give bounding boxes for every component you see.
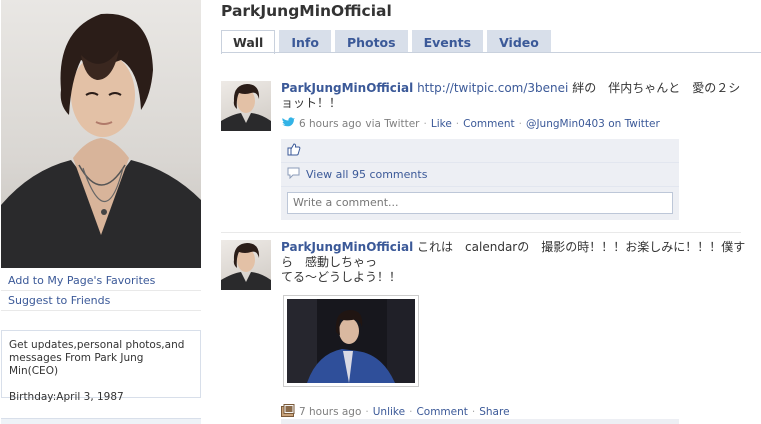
birthday-text: Birthday:April 3, 1987 bbox=[9, 391, 124, 403]
tab-photos[interactable]: Photos bbox=[334, 30, 408, 53]
left-column: Add to My Page's Favorites Suggest to Fr… bbox=[0, 0, 202, 424]
add-to-favorites-link[interactable]: Add to My Page's Favorites bbox=[8, 274, 155, 287]
post-meta: 6 hours ago via Twitter · Like · Comment… bbox=[281, 117, 751, 131]
share-link[interactable]: Share bbox=[479, 406, 509, 418]
post-meta: 7 hours ago · Unlike · Comment · Share bbox=[281, 404, 510, 420]
post-message: ParkJungMinOfficial これは calendarの 撮影の時！！… bbox=[281, 240, 751, 285]
post-content: ParkJungMinOfficial これは calendarの 撮影の時！！… bbox=[281, 240, 751, 285]
divider bbox=[1, 290, 201, 291]
post-timestamp[interactable]: 6 hours ago bbox=[299, 118, 361, 130]
twitpic-link[interactable]: http://twitpic.com/3benei bbox=[417, 81, 568, 95]
like-link[interactable]: Like bbox=[431, 118, 452, 130]
post-avatar[interactable] bbox=[221, 81, 271, 131]
post-author-link[interactable]: ParkJungMinOfficial bbox=[281, 240, 413, 254]
tab-underline bbox=[221, 52, 761, 53]
post-message: ParkJungMinOfficial http://twitpic.com/3… bbox=[281, 81, 751, 111]
likes-row bbox=[281, 139, 679, 163]
comment-link[interactable]: Comment bbox=[416, 406, 467, 418]
comment-bubble-icon bbox=[287, 167, 300, 182]
page-title: ParkJungMinOfficial bbox=[221, 2, 392, 20]
wall-post: ParkJungMinOfficial http://twitpic.com/3… bbox=[221, 81, 761, 231]
info-box: Get updates,personal photos,and messages… bbox=[1, 330, 201, 403]
post-photo[interactable] bbox=[283, 295, 419, 387]
write-comment-input[interactable]: Write a comment... bbox=[287, 192, 673, 214]
photo-image bbox=[287, 299, 415, 383]
twitter-profile-link[interactable]: @JungMin0403 on Twitter bbox=[526, 118, 660, 130]
post-content: ParkJungMinOfficial http://twitpic.com/3… bbox=[281, 81, 751, 131]
view-all-comments-link[interactable]: View all 95 comments bbox=[306, 168, 427, 181]
post-divider bbox=[221, 232, 741, 233]
post-avatar[interactable] bbox=[221, 240, 271, 290]
sidebar-bottom-box bbox=[1, 418, 201, 424]
tab-info[interactable]: Info bbox=[279, 30, 331, 53]
post-message-text: てる～どうしよう！！ bbox=[281, 270, 402, 284]
unlike-link[interactable]: Unlike bbox=[373, 406, 405, 418]
divider bbox=[1, 310, 201, 311]
suggest-to-friends-link[interactable]: Suggest to Friends bbox=[8, 294, 110, 307]
photo-icon bbox=[281, 404, 295, 420]
feedback-box bbox=[281, 419, 679, 424]
post-timestamp[interactable]: 7 hours ago bbox=[299, 406, 361, 418]
main-column: ParkJungMinOfficial Wall Info Photos Eve… bbox=[221, 0, 761, 424]
tab-events[interactable]: Events bbox=[411, 30, 484, 53]
comment-link[interactable]: Comment bbox=[463, 118, 514, 130]
feedback-box: View all 95 comments Write a comment... bbox=[281, 139, 679, 220]
tab-video[interactable]: Video bbox=[487, 30, 551, 53]
thumbs-up-icon bbox=[287, 142, 301, 159]
post-source: via Twitter bbox=[365, 118, 420, 130]
view-comments-row[interactable]: View all 95 comments bbox=[281, 163, 679, 187]
twitter-bird-icon bbox=[281, 117, 295, 131]
post-author-link[interactable]: ParkJungMinOfficial bbox=[281, 81, 413, 95]
profile-picture[interactable] bbox=[1, 0, 201, 268]
tab-bar: Wall Info Photos Events Video bbox=[221, 30, 555, 54]
info-text: Get updates,personal photos,and messages… bbox=[9, 339, 185, 377]
tab-wall[interactable]: Wall bbox=[221, 30, 276, 54]
